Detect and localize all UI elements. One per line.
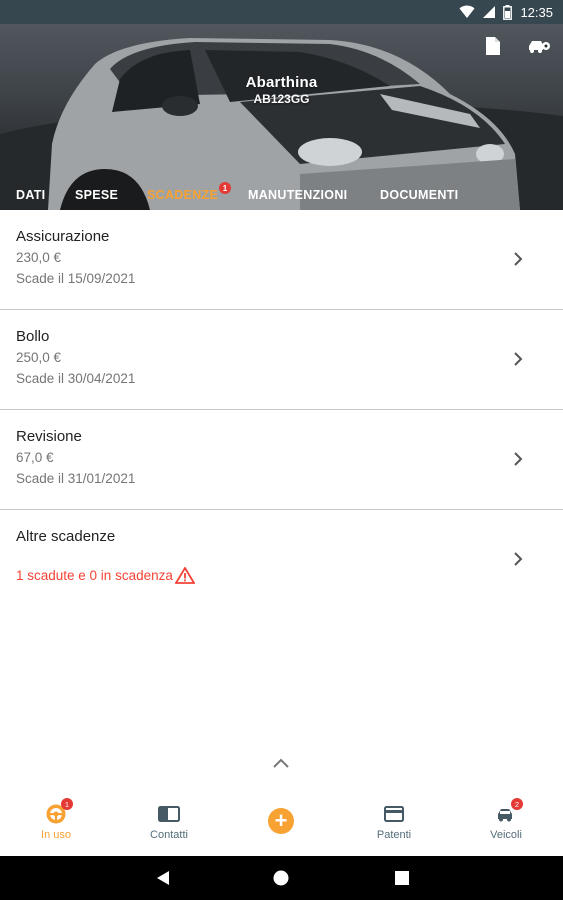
signal-icon — [483, 5, 496, 19]
nav-add[interactable]: + — [225, 790, 337, 856]
tab-scadenze-label: SCADENZE — [147, 188, 219, 202]
battery-icon — [503, 4, 513, 20]
deadlines-list: Assicurazione 230,0 € Scade il 15/09/202… — [0, 210, 563, 610]
deadline-expiry: Scade il 31/01/2021 — [16, 471, 136, 486]
chevron-right-icon — [514, 552, 523, 566]
vehicle-name: Abarthina — [245, 74, 318, 91]
deadline-row-assicurazione[interactable]: Assicurazione 230,0 € Scade il 15/09/202… — [0, 210, 563, 310]
tab-scadenze[interactable]: SCADENZE 1 — [147, 180, 232, 210]
nav-veicoli[interactable]: 2 Veicoli — [450, 790, 562, 856]
deadline-title: Altre scadenze — [16, 528, 116, 545]
chevron-right-icon — [514, 452, 523, 466]
tab-bar: DATI SPESE SCADENZE 1 MANUTENZIONI DOCUM… — [0, 180, 563, 210]
nav-in-uso-badge: 1 — [61, 798, 73, 810]
deadline-title: Assicurazione — [16, 228, 110, 245]
deadline-row-bollo[interactable]: Bollo 250,0 € Scade il 30/04/2021 — [0, 310, 563, 410]
nav-label: Veicoli — [490, 829, 522, 841]
tab-dati[interactable]: DATI — [16, 180, 45, 210]
deadline-row-altre[interactable]: Altre scadenze 1 scadute e 0 in scadenza — [0, 510, 563, 610]
contacts-icon — [158, 806, 180, 822]
tab-documenti[interactable]: DOCUMENTI — [380, 180, 458, 210]
nav-in-uso[interactable]: 1 In uso — [0, 790, 112, 856]
status-time: 12:35 — [520, 4, 553, 20]
nav-contatti[interactable]: Contatti — [113, 790, 225, 856]
system-navigation-bar — [0, 856, 563, 900]
nav-patenti[interactable]: Patenti — [338, 790, 450, 856]
deadline-amount: 67,0 € — [16, 450, 54, 465]
license-card-icon — [384, 806, 404, 822]
vehicle-plate: AB123GG — [253, 92, 310, 106]
nav-label: In uso — [41, 829, 71, 841]
nav-veicoli-badge: 2 — [511, 798, 523, 810]
home-icon[interactable] — [272, 869, 290, 887]
chevron-right-icon — [514, 352, 523, 366]
deadline-amount: 230,0 € — [16, 250, 62, 265]
add-icon: + — [268, 808, 294, 834]
warning-icon — [174, 567, 195, 584]
deadline-amount: 250,0 € — [16, 350, 62, 365]
recents-icon[interactable] — [393, 869, 411, 887]
deadline-expiry: Scade il 15/09/2021 — [16, 271, 136, 286]
tab-scadenze-badge: 1 — [219, 182, 232, 194]
deadline-row-revisione[interactable]: Revisione 67,0 € Scade il 31/01/2021 — [0, 410, 563, 510]
car-settings-icon[interactable] — [527, 34, 551, 58]
chevron-right-icon — [514, 252, 523, 266]
deadline-title: Bollo — [16, 328, 50, 345]
deadline-title: Revisione — [16, 428, 82, 445]
nav-label: Contatti — [150, 829, 188, 841]
document-icon[interactable] — [481, 34, 505, 58]
nav-label: Patenti — [376, 829, 412, 841]
tab-manutenzioni[interactable]: MANUTENZIONI — [248, 180, 347, 210]
overdue-summary: 1 scadute e 0 in scadenza — [16, 568, 173, 583]
back-icon[interactable] — [154, 869, 172, 887]
vehicle-header: Abarthina AB123GG DATI SPESE SCADENZE 1 … — [0, 24, 563, 210]
status-bar: 12:35 — [0, 0, 563, 24]
wifi-icon — [459, 5, 475, 19]
bottom-navigation: 1 In uso Contatti + Patenti 2 Veicoli — [0, 790, 563, 856]
tab-spese[interactable]: SPESE — [75, 180, 118, 210]
chevron-up-icon[interactable] — [270, 756, 292, 770]
deadline-expiry: Scade il 30/04/2021 — [16, 371, 136, 386]
